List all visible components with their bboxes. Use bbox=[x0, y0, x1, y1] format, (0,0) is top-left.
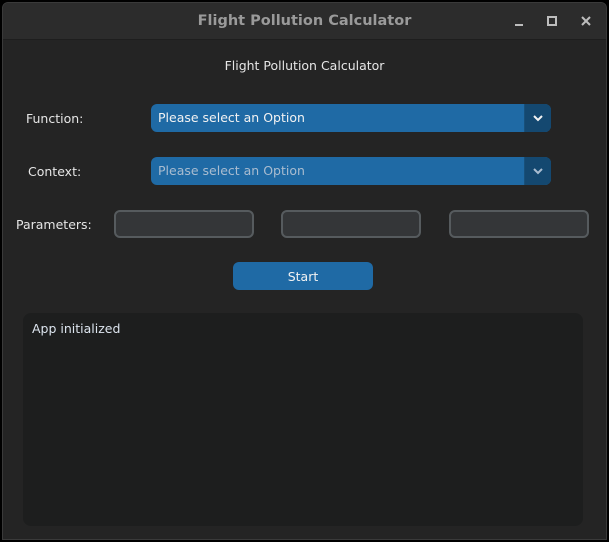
function-selected-value: Please select an Option bbox=[158, 110, 305, 125]
log-line: App initialized bbox=[32, 321, 121, 336]
function-label: Function: bbox=[26, 111, 84, 126]
page-title: Flight Pollution Calculator bbox=[224, 58, 385, 73]
function-dropdown-arrow[interactable] bbox=[524, 104, 551, 132]
parameter-input-2[interactable] bbox=[281, 210, 421, 238]
context-selected-value: Please select an Option bbox=[158, 163, 305, 178]
chevron-down-icon bbox=[533, 115, 543, 122]
parameter-input-1[interactable] bbox=[114, 210, 254, 238]
app-window: Flight Pollution Calculator Flight Pollu… bbox=[2, 2, 607, 540]
context-dropdown-arrow[interactable] bbox=[524, 157, 551, 185]
context-label: Context: bbox=[28, 164, 82, 179]
close-button[interactable] bbox=[576, 11, 596, 31]
start-button[interactable]: Start bbox=[233, 262, 373, 290]
parameters-label: Parameters: bbox=[16, 217, 92, 232]
maximize-icon bbox=[547, 16, 557, 26]
context-dropdown[interactable]: Please select an Option bbox=[151, 157, 551, 185]
minimize-button[interactable] bbox=[509, 11, 529, 31]
chevron-down-icon bbox=[533, 168, 543, 175]
output-log[interactable]: App initialized bbox=[23, 313, 583, 526]
parameter-input-3[interactable] bbox=[449, 210, 589, 238]
function-dropdown[interactable]: Please select an Option bbox=[151, 104, 551, 132]
close-icon bbox=[581, 16, 591, 26]
title-bar[interactable]: Flight Pollution Calculator bbox=[3, 3, 606, 40]
minimize-icon bbox=[515, 24, 523, 26]
maximize-button[interactable] bbox=[542, 11, 562, 31]
